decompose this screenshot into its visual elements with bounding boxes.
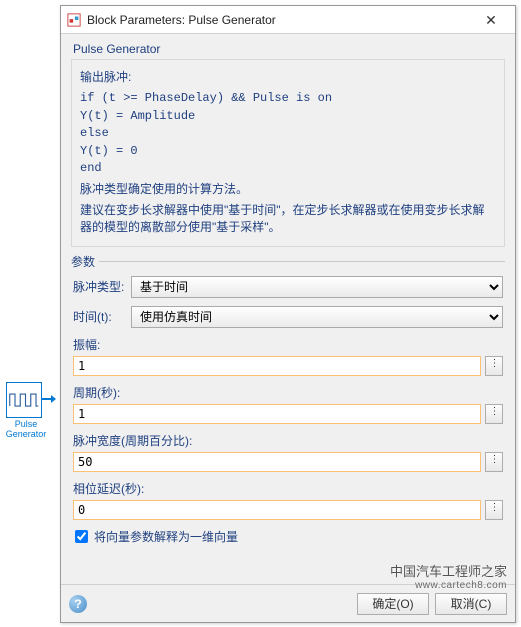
vector-checkbox[interactable] xyxy=(75,530,88,543)
titlebar[interactable]: Block Parameters: Pulse Generator ✕ xyxy=(61,6,515,34)
pulse-wave-icon xyxy=(9,389,39,411)
pulsewidth-label: 脉冲宽度(周期百分比): xyxy=(73,432,503,449)
period-row: 周期(秒): ⋮ xyxy=(73,384,503,424)
pulse-type-label: 脉冲类型: xyxy=(73,278,131,295)
simulink-icon xyxy=(67,13,81,27)
params-header-label: 参数 xyxy=(71,253,99,270)
amplitude-more-button[interactable]: ⋮ xyxy=(485,356,503,376)
section-title: Pulse Generator xyxy=(73,42,505,56)
pulse-type-row: 脉冲类型: 基于时间 xyxy=(73,276,503,298)
vector-checkbox-row: 将向量参数解释为一维向量 xyxy=(73,528,503,545)
period-input[interactable] xyxy=(73,404,481,424)
pulsewidth-input[interactable] xyxy=(73,452,481,472)
close-button[interactable]: ✕ xyxy=(471,8,511,32)
description-box: 输出脉冲: if (t >= PhaseDelay) && Pulse is o… xyxy=(71,59,505,247)
desc-line1: 输出脉冲: xyxy=(80,69,496,86)
desc-code: if (t >= PhaseDelay) && Pulse is on Y(t)… xyxy=(80,90,496,177)
dialog-title: Block Parameters: Pulse Generator xyxy=(87,13,471,27)
pulsewidth-row: 脉冲宽度(周期百分比): ⋮ xyxy=(73,432,503,472)
period-more-button[interactable]: ⋮ xyxy=(485,404,503,424)
ok-button[interactable]: 确定(O) xyxy=(357,593,429,615)
pulse-generator-block[interactable] xyxy=(6,382,42,418)
desc-line2: 脉冲类型确定使用的计算方法。 xyxy=(80,181,496,198)
desc-line3: 建议在变步长求解器中使用"基于时间"，在定步长求解器或在使用变步长求解器的模型的… xyxy=(80,202,496,237)
time-row: 时间(t): 使用仿真时间 xyxy=(73,306,503,328)
cancel-button[interactable]: 取消(C) xyxy=(435,593,507,615)
amplitude-input[interactable] xyxy=(73,356,481,376)
amplitude-label: 振幅: xyxy=(73,336,503,353)
time-label: 时间(t): xyxy=(73,308,131,325)
phasedelay-label: 相位延迟(秒): xyxy=(73,480,503,497)
vector-checkbox-label: 将向量参数解释为一维向量 xyxy=(94,528,238,545)
phasedelay-more-button[interactable]: ⋮ xyxy=(485,500,503,520)
block-name-label: Pulse Generator xyxy=(0,420,52,440)
amplitude-row: 振幅: ⋮ xyxy=(73,336,503,376)
param-panel: 脉冲类型: 基于时间 时间(t): 使用仿真时间 振幅: ⋮ 周期(秒) xyxy=(71,276,505,545)
time-select[interactable]: 使用仿真时间 xyxy=(131,306,503,328)
button-bar: ? 确定(O) 取消(C) xyxy=(61,584,515,622)
dialog-body: Pulse Generator 输出脉冲: if (t >= PhaseDela… xyxy=(61,34,515,584)
phasedelay-row: 相位延迟(秒): ⋮ xyxy=(73,480,503,520)
help-button[interactable]: ? xyxy=(69,595,87,613)
block-output-port[interactable] xyxy=(42,398,52,400)
block-parameters-dialog: Block Parameters: Pulse Generator ✕ Puls… xyxy=(60,5,516,623)
pulsewidth-more-button[interactable]: ⋮ xyxy=(485,452,503,472)
divider xyxy=(99,261,505,262)
pulse-type-select[interactable]: 基于时间 xyxy=(131,276,503,298)
params-header: 参数 xyxy=(71,253,505,270)
phasedelay-input[interactable] xyxy=(73,500,481,520)
period-label: 周期(秒): xyxy=(73,384,503,401)
